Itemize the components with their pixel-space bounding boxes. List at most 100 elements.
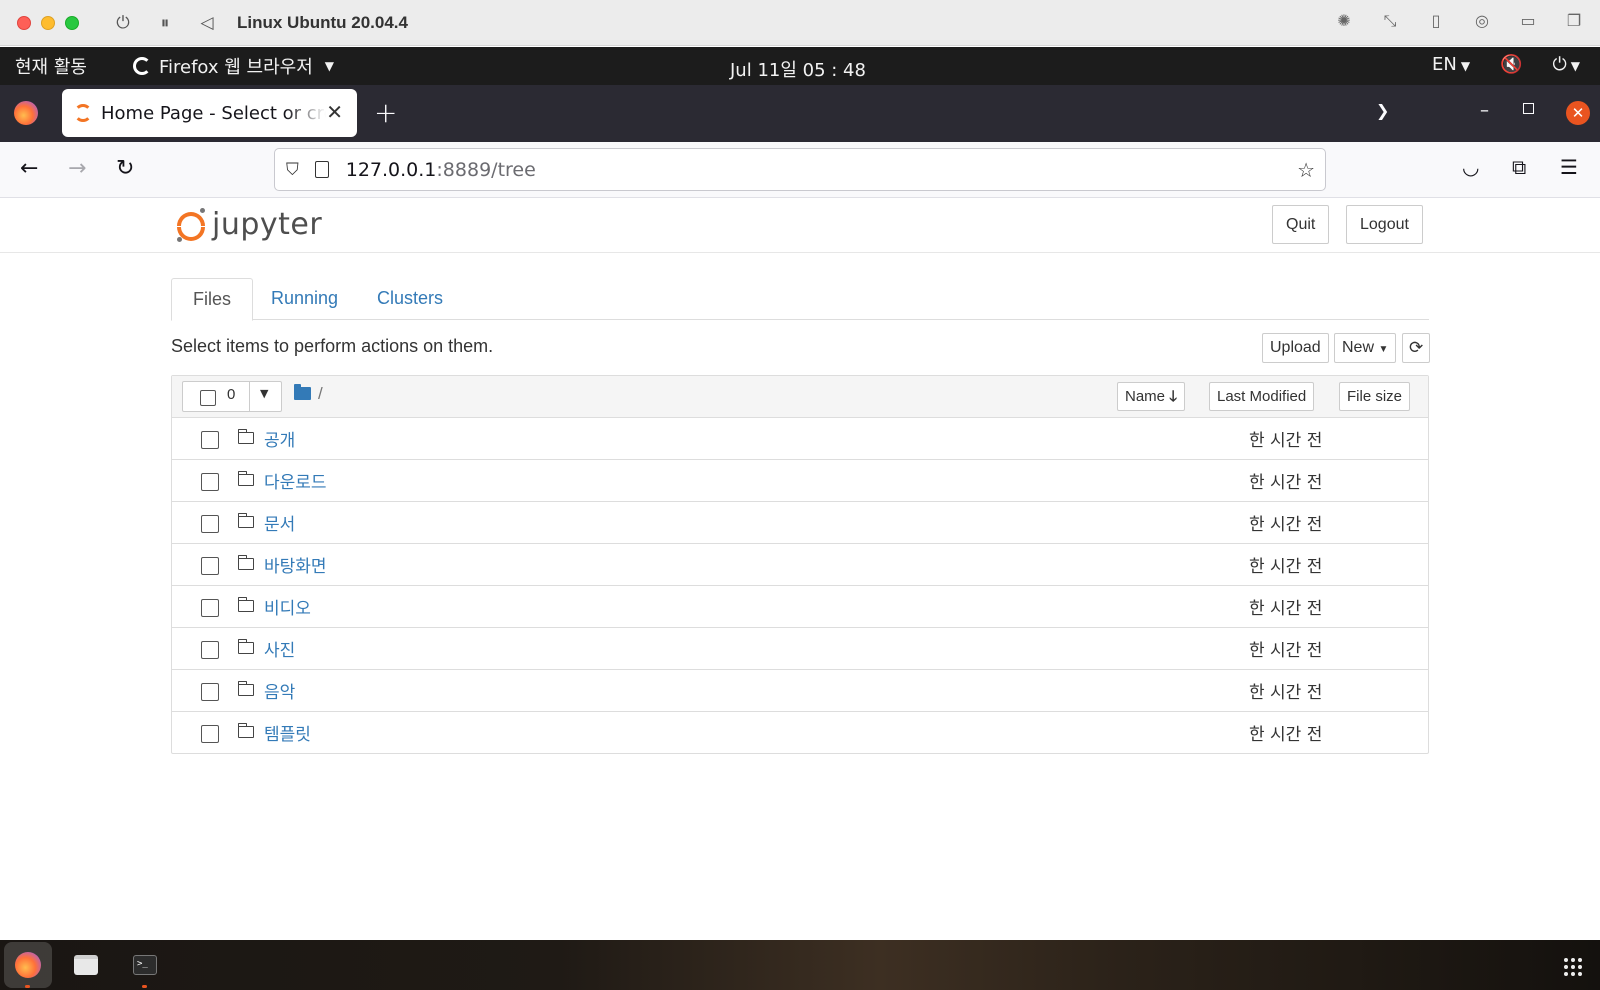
list-item[interactable]: 템플릿 한 시간 전	[172, 712, 1428, 754]
hamburger-menu-icon[interactable]: ☰	[1560, 155, 1578, 179]
list-item[interactable]: 다운로드 한 시간 전	[172, 460, 1428, 502]
selection-menu-chevron-icon[interactable]: ▼	[260, 387, 268, 400]
dock-terminal[interactable]: >_	[121, 942, 169, 988]
quit-button[interactable]: Quit	[1272, 205, 1330, 244]
list-item[interactable]: 비디오 한 시간 전	[172, 586, 1428, 628]
page-info-icon[interactable]	[314, 161, 329, 178]
power-icon[interactable]: ⏻	[113, 13, 133, 33]
jupyter-logo-text: jupyter	[212, 206, 323, 242]
files-icon	[74, 955, 98, 975]
list-item[interactable]: 음악 한 시간 전	[172, 670, 1428, 712]
new-tab-icon[interactable]: +	[374, 96, 397, 129]
list-item[interactable]: 공개 한 시간 전	[172, 418, 1428, 460]
restore-icon[interactable]	[1523, 103, 1534, 114]
back-triangle-icon[interactable]: ◁	[197, 13, 217, 33]
forward-icon[interactable]: →	[68, 156, 86, 181]
windows-icon[interactable]: ❐	[1562, 11, 1586, 31]
list-item[interactable]: 문서 한 시간 전	[172, 502, 1428, 544]
item-checkbox[interactable]	[201, 683, 219, 701]
tab-files[interactable]: Files	[171, 278, 254, 321]
browser-tab-strip: Home Page - Select or create a notebook …	[0, 85, 1600, 142]
folder-icon[interactable]	[294, 384, 311, 400]
refresh-button[interactable]: ⟳	[1402, 333, 1431, 363]
app-menu[interactable]: Firefox 웹 브라우저 ▼	[132, 53, 335, 79]
firefox-view-icon[interactable]	[14, 101, 38, 125]
chevron-down-icon: ▼	[1570, 59, 1580, 73]
show-applications-icon[interactable]	[1564, 958, 1582, 976]
folder-icon	[237, 723, 254, 738]
ubuntu-dock: >_	[0, 940, 1600, 990]
list-all-tabs-icon[interactable]: ❯	[1376, 101, 1389, 120]
file-list: 0 ▼ / Name 🡓 Last Modified File size 공개 …	[171, 375, 1429, 754]
file-list-header: 0 ▼ / Name 🡓 Last Modified File size	[172, 376, 1428, 418]
clock[interactable]: Jul 11일 05 : 48	[730, 56, 866, 82]
tab-title: Home Page - Select or create a notebook	[101, 102, 326, 124]
folder-icon	[237, 471, 254, 486]
item-link[interactable]: 비디오	[264, 594, 311, 619]
new-dropdown-button[interactable]: New ▼	[1334, 333, 1397, 363]
chevron-down-icon: ▼	[1460, 59, 1471, 73]
browser-tab-active[interactable]: Home Page - Select or create a notebook …	[62, 89, 357, 137]
sound-icon[interactable]: ◎	[1470, 11, 1494, 31]
url-bar[interactable]: ⛉ 127.0.0.1:8889/tree ☆	[274, 148, 1326, 191]
item-link[interactable]: 바탕화면	[264, 552, 327, 577]
dock-files[interactable]	[62, 942, 110, 988]
item-link[interactable]: 공개	[264, 426, 295, 451]
tab-running[interactable]: Running	[250, 278, 359, 320]
resize-icon[interactable]: ⤡	[1378, 11, 1402, 31]
zoom-window-button[interactable]	[65, 15, 79, 30]
item-modified: 한 시간 전	[1249, 515, 1323, 535]
logout-button[interactable]: Logout	[1346, 205, 1423, 244]
item-link[interactable]: 문서	[264, 510, 295, 535]
jupyter-favicon-icon	[74, 104, 92, 122]
item-link[interactable]: 다운로드	[264, 468, 327, 493]
select-all-checkbox[interactable]	[200, 390, 216, 406]
back-icon[interactable]: ←	[20, 156, 38, 181]
activities-button[interactable]: 현재 활동	[15, 53, 87, 79]
item-checkbox[interactable]	[201, 515, 219, 533]
item-checkbox[interactable]	[201, 557, 219, 575]
jupyter-logo[interactable]: jupyter	[176, 206, 322, 242]
sort-by-name-button[interactable]: Name 🡓	[1117, 382, 1185, 411]
item-checkbox[interactable]	[201, 473, 219, 491]
system-menu[interactable]: ⏻ ▼	[1553, 54, 1580, 75]
reload-icon[interactable]: ↻	[116, 156, 134, 181]
usb-icon[interactable]: ▯	[1424, 11, 1448, 31]
close-tab-icon[interactable]: ✕	[326, 100, 343, 124]
language-indicator[interactable]: EN ▼	[1432, 54, 1470, 75]
item-link[interactable]: 사진	[264, 636, 295, 661]
breadcrumb[interactable]: /	[318, 384, 323, 404]
folder-icon	[237, 681, 254, 696]
sort-by-last-modified-button[interactable]: Last Modified	[1209, 382, 1315, 411]
item-checkbox[interactable]	[201, 431, 219, 449]
shared-folder-icon[interactable]: ▭	[1516, 11, 1540, 31]
brightness-icon[interactable]: ✺	[1332, 11, 1356, 31]
minimize-icon[interactable]: –	[1480, 100, 1489, 121]
dock-firefox[interactable]	[4, 942, 52, 988]
item-checkbox[interactable]	[201, 641, 219, 659]
upload-button[interactable]: Upload	[1262, 333, 1329, 363]
volume-muted-icon[interactable]: 🔇	[1500, 54, 1522, 75]
url-text[interactable]: 127.0.0.1:8889/tree	[346, 159, 536, 181]
tracking-shield-icon[interactable]: ⛉	[286, 160, 299, 180]
close-icon[interactable]: ✕	[1566, 101, 1590, 125]
sort-by-file-size-button[interactable]: File size	[1339, 382, 1411, 411]
url-host: 127.0.0.1	[345, 158, 437, 181]
close-window-button[interactable]	[17, 15, 31, 30]
new-button-label: New	[1342, 339, 1375, 356]
extensions-icon[interactable]: ⧉	[1512, 155, 1526, 179]
list-item[interactable]: 바탕화면 한 시간 전	[172, 544, 1428, 586]
tab-clusters[interactable]: Clusters	[356, 278, 464, 320]
pause-icon[interactable]: ⏸	[155, 13, 175, 33]
firefox-icon	[15, 952, 41, 978]
item-link[interactable]: 템플릿	[264, 720, 311, 745]
list-item[interactable]: 사진 한 시간 전	[172, 628, 1428, 670]
bookmark-star-icon[interactable]: ☆	[1297, 158, 1315, 182]
minimize-window-button[interactable]	[41, 15, 55, 30]
jupyter-tabs: Files Running Clusters	[171, 278, 1429, 321]
pocket-icon[interactable]: ◡	[1462, 155, 1479, 179]
item-checkbox[interactable]	[201, 599, 219, 617]
chevron-down-icon: ▼	[324, 59, 335, 73]
item-link[interactable]: 음악	[264, 678, 295, 703]
item-checkbox[interactable]	[201, 725, 219, 743]
